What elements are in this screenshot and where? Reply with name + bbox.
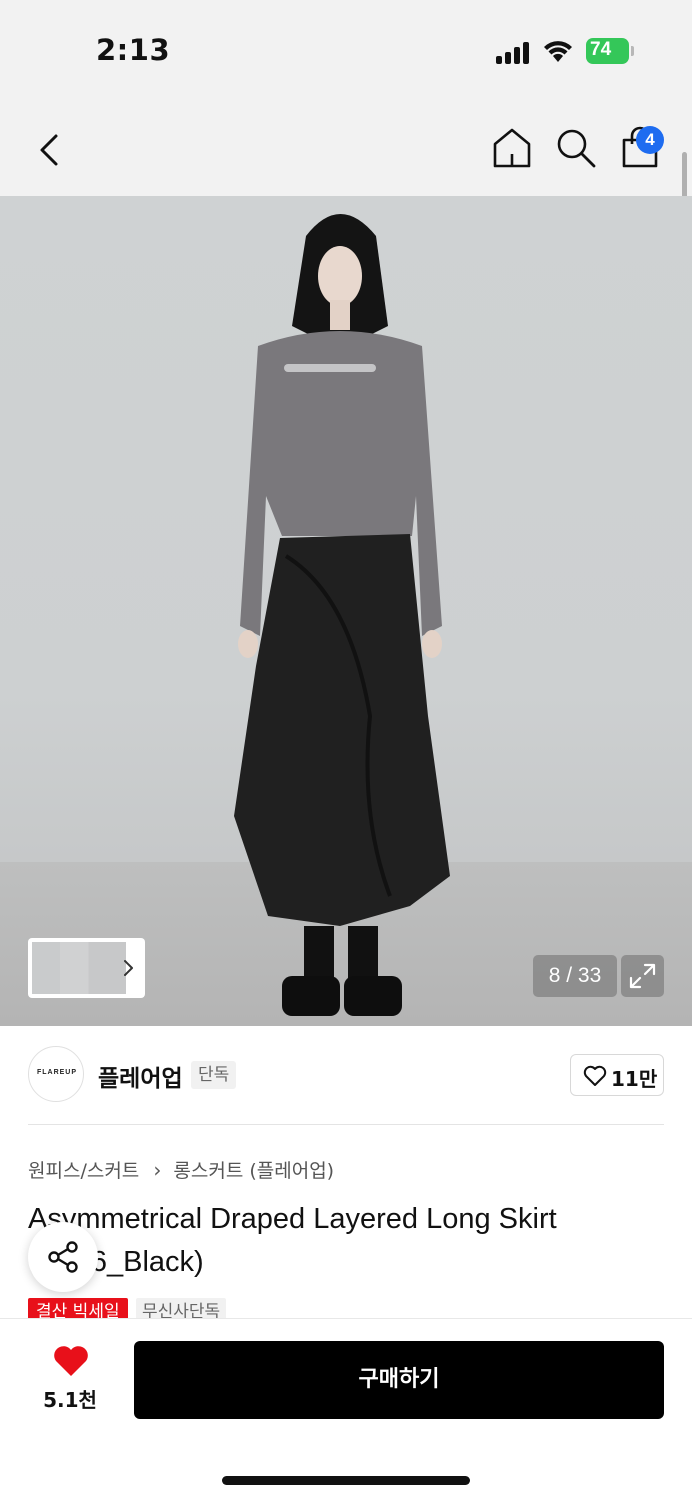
exclusive-tag: 단독: [191, 1061, 237, 1089]
home-icon[interactable]: [490, 126, 534, 170]
breadcrumb-subcategory[interactable]: 롱스커트 (플레어업): [173, 1156, 334, 1183]
chevron-right-icon[interactable]: [120, 955, 138, 981]
breadcrumb: 원피스/스커트 › 롱스커트 (플레어업): [28, 1156, 334, 1183]
brand-logo-text: FLAREUP: [36, 1069, 78, 1076]
brand-name[interactable]: 플레어업: [98, 1059, 183, 1093]
brand-like-button[interactable]: 11만: [570, 1054, 664, 1096]
brand-logo[interactable]: FLAREUP: [28, 1046, 84, 1102]
chevron-right-icon: ›: [153, 1157, 162, 1182]
top-nav-bar: [0, 100, 692, 196]
cellular-signal-icon: [496, 40, 532, 64]
share-button[interactable]: [28, 1222, 98, 1292]
product-image[interactable]: [0, 196, 692, 1026]
battery-icon: 74: [586, 38, 634, 64]
chevron-left-icon[interactable]: [30, 128, 70, 172]
status-bar: 2:13 74: [0, 0, 692, 100]
home-indicator: [222, 1476, 470, 1485]
status-time: 2:13: [96, 33, 171, 67]
cart-count-badge: 4: [636, 126, 664, 154]
share-icon: [48, 1241, 78, 1273]
buy-button[interactable]: 구매하기: [134, 1341, 664, 1419]
image-page-counter: 8 / 33: [533, 955, 617, 997]
heart-icon[interactable]: [52, 1344, 90, 1378]
divider: [28, 1124, 664, 1125]
wish-count: 5.1천: [43, 1388, 97, 1412]
product-title: Asymmetrical Draped Layered Long Skirt (…: [28, 1203, 557, 1278]
breadcrumb-category[interactable]: 원피스/스커트: [28, 1156, 139, 1183]
expand-icon: [629, 963, 656, 989]
model-figure: [234, 214, 450, 1016]
brand-like-count: 11만: [611, 1067, 658, 1091]
search-icon[interactable]: [554, 126, 598, 170]
heart-outline-icon: [583, 1065, 607, 1086]
wifi-icon: [544, 41, 572, 62]
thumbnail-images: [32, 942, 126, 994]
battery-level: 74: [590, 39, 612, 60]
expand-button[interactable]: [621, 955, 664, 997]
